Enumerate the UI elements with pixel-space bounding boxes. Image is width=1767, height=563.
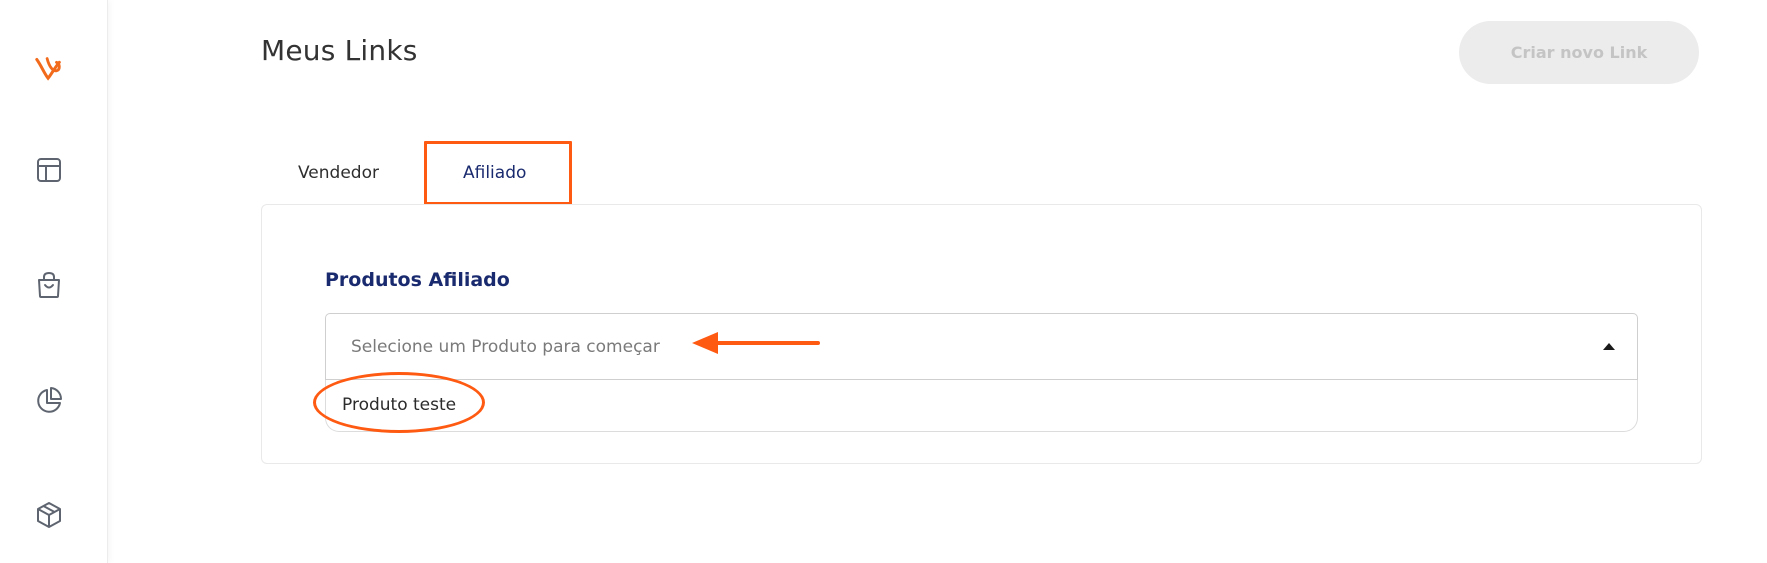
create-new-link-button[interactable]: Criar novo Link xyxy=(1459,21,1699,84)
section-title: Produtos Afiliado xyxy=(325,269,510,291)
logo-icon[interactable] xyxy=(34,52,64,82)
product-select[interactable]: Selecione um Produto para começar xyxy=(325,313,1638,380)
sidebar xyxy=(0,0,108,563)
caret-up-icon[interactable] xyxy=(1603,343,1615,350)
dropdown-option[interactable]: Produto teste xyxy=(342,395,456,415)
page-title: Meus Links xyxy=(261,34,418,67)
select-placeholder: Selecione um Produto para começar xyxy=(351,336,660,357)
pie-chart-icon[interactable] xyxy=(34,385,64,415)
tab-afiliado[interactable]: Afiliado xyxy=(463,163,526,183)
shopping-bag-icon[interactable] xyxy=(34,270,64,300)
package-icon[interactable] xyxy=(34,500,64,530)
layout-icon[interactable] xyxy=(34,155,64,185)
select-dropdown: Produto teste xyxy=(325,380,1638,432)
tab-vendedor[interactable]: Vendedor xyxy=(298,163,379,183)
